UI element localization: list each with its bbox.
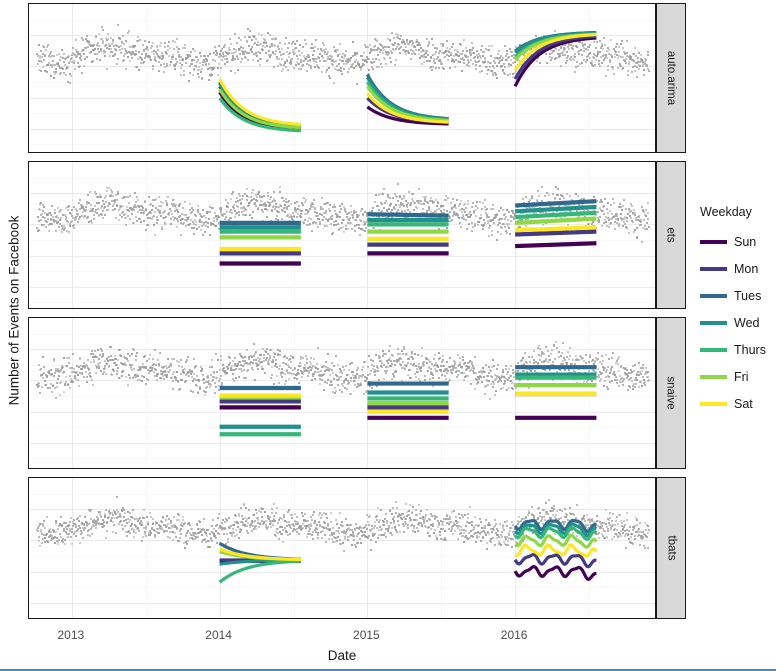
panel-ets	[28, 161, 656, 309]
forecast-lines	[219, 365, 597, 437]
forecast-line-tues	[515, 199, 597, 208]
facet-strip-label: snaive	[665, 376, 677, 410]
facet-auto-arima: auto.arima	[28, 3, 686, 153]
facet-ets: ets	[28, 161, 686, 309]
forecast-line-sun	[515, 241, 597, 249]
forecast-line-sat	[515, 225, 597, 233]
facet-strip-label: ets	[665, 227, 677, 243]
panel-auto-arima	[28, 3, 656, 153]
facet-strip-snaive: snaive	[656, 317, 686, 469]
forecast-line-fri	[515, 216, 597, 225]
y-axis-label: Number of Events on Facebook	[6, 215, 22, 405]
forecast-line-mon	[515, 229, 597, 237]
forecast-line-thurs	[515, 210, 597, 220]
facet-strip-label: auto.arima	[665, 50, 677, 106]
facet-strip-auto-arima: auto.arima	[656, 3, 686, 153]
forecast-line-tues	[367, 212, 449, 218]
panel-tbats	[28, 477, 656, 619]
panel-snaive	[28, 317, 656, 469]
facet-strip-ets: ets	[656, 161, 686, 309]
forecast-lines	[218, 30, 597, 133]
facet-snaive: snaive	[28, 317, 686, 469]
forecast-lines	[219, 199, 597, 266]
forecast-line-wed	[515, 204, 597, 214]
facet-tbats: tbats	[28, 477, 686, 619]
chart-root: Number of Events on Facebook auto.arima e…	[0, 0, 776, 671]
